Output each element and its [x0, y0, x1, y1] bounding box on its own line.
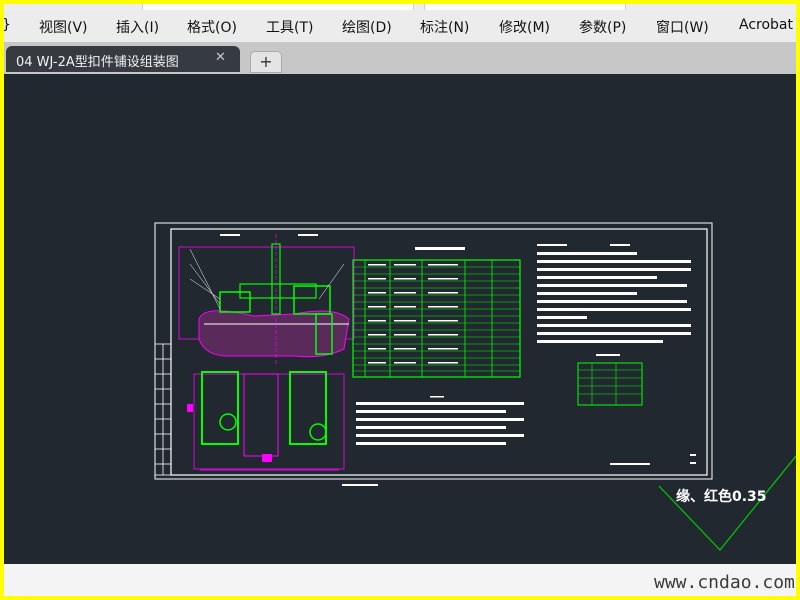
menu-item-modify[interactable]: 修改(M)	[499, 17, 550, 37]
menu-item-view[interactable]: 视图(V)	[39, 17, 88, 37]
scale-mark	[690, 454, 696, 456]
plan-view	[187, 371, 345, 471]
sheet-caption	[342, 484, 378, 486]
plus-icon: +	[259, 52, 273, 71]
menu-item-parameters[interactable]: 参数(P)	[579, 17, 626, 37]
watermark: www.cndao.com	[654, 572, 795, 593]
menu-item-dimension[interactable]: 标注(N)	[420, 17, 469, 37]
tab-bar: 04 WJ-2A型扣件铺设组装图 ✕ +	[4, 42, 796, 74]
left-title-strip	[154, 343, 172, 476]
drawing-canvas[interactable]: 缘、红色0.35	[4, 74, 796, 564]
menu-item-draw[interactable]: 绘图(D)	[342, 17, 392, 37]
small-table	[577, 354, 643, 406]
title-block-text	[610, 463, 650, 465]
menu-item-partial[interactable]: }	[4, 17, 11, 33]
tech-requirements	[537, 244, 691, 343]
annotation-text: 缘、红色0.35	[676, 489, 767, 505]
menu-item-tools[interactable]: 工具(T)	[266, 17, 313, 37]
menu-bar: } 视图(V) 插入(I) 格式(O) 工具(T) 绘图(D) 标注(N) 修改…	[4, 10, 796, 42]
close-icon[interactable]: ✕	[215, 50, 226, 65]
tab-drawing-04[interactable]: 04 WJ-2A型扣件铺设组装图 ✕	[6, 46, 240, 72]
tab-label: 04 WJ-2A型扣件铺设组装图	[16, 55, 179, 70]
new-tab-button[interactable]: +	[250, 51, 282, 73]
menu-item-window[interactable]: 窗口(W)	[656, 17, 709, 37]
menu-item-format[interactable]: 格式(O)	[187, 17, 237, 37]
app-window: } 视图(V) 插入(I) 格式(O) 工具(T) 绘图(D) 标注(N) 修改…	[4, 4, 796, 596]
notes-block	[356, 396, 524, 445]
menu-item-insert[interactable]: 插入(I)	[116, 17, 159, 37]
parts-table	[352, 247, 521, 378]
menu-item-acrobat[interactable]: Acrobat	[739, 17, 793, 33]
scale-mark	[690, 462, 696, 464]
cross-section-view	[178, 234, 355, 364]
